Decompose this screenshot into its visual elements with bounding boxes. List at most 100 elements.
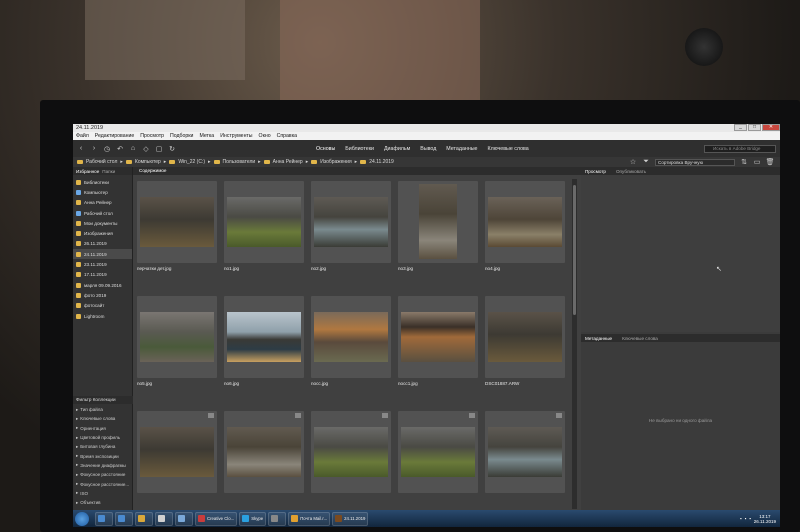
menu-item[interactable]: Просмотр bbox=[140, 133, 164, 139]
thumbnail-cell[interactable] bbox=[224, 411, 304, 511]
metadata-tab[interactable]: Ключевые слова bbox=[622, 336, 658, 341]
menu-item[interactable]: Справка bbox=[277, 133, 297, 139]
content-tab[interactable]: Содержимое bbox=[133, 167, 581, 175]
filter-item[interactable]: ▸ Фокусное расстояние bbox=[73, 470, 133, 479]
workspace-tab[interactable]: Основы bbox=[316, 146, 335, 152]
favorite-item[interactable]: Мои документы bbox=[73, 218, 132, 228]
workspace-tab[interactable]: Метаданные bbox=[446, 146, 477, 152]
forward-icon[interactable]: › bbox=[90, 145, 98, 153]
filter-item[interactable]: ▸ Объектив bbox=[73, 498, 133, 507]
thumbnail-cell[interactable]: no6.jpg bbox=[224, 296, 304, 396]
taskbar-app[interactable]: Creative Clo... bbox=[195, 511, 238, 526]
star-filter-icon[interactable]: ☆ bbox=[629, 158, 637, 166]
breadcrumb-item[interactable]: 24.11.2019 bbox=[369, 159, 394, 165]
favorite-item[interactable]: Компьютер bbox=[73, 187, 132, 197]
breadcrumb-item[interactable]: Win_22 (C:) bbox=[178, 159, 205, 165]
thumbnail-cell[interactable]: перчатки дет.jpg bbox=[137, 181, 217, 281]
back-icon[interactable]: ‹ bbox=[77, 145, 85, 153]
menu-item[interactable]: Файл bbox=[76, 133, 89, 139]
taskbar-app[interactable] bbox=[175, 511, 193, 526]
taskbar-app[interactable] bbox=[268, 511, 287, 526]
sort-direction-icon[interactable]: ⇅ bbox=[740, 158, 748, 166]
new-folder-icon[interactable]: ▭ bbox=[753, 158, 761, 166]
favorite-item[interactable]: марля 09.09.2016 bbox=[73, 280, 132, 290]
boomerang-icon[interactable]: ↶ bbox=[116, 145, 124, 153]
refine-icon[interactable]: ◇ bbox=[142, 145, 150, 153]
filter-item[interactable]: ▸ Тип файла bbox=[73, 405, 133, 414]
workspace-tab[interactable]: Вывод bbox=[420, 146, 436, 152]
maximize-button[interactable]: □ bbox=[748, 124, 761, 131]
thumbnail-cell[interactable]: nocc.jpg bbox=[311, 296, 391, 396]
filter-item[interactable]: ▸ Ориентация bbox=[73, 424, 133, 433]
content-scrollbar[interactable] bbox=[572, 179, 577, 509]
breadcrumb-item[interactable]: Компьютер bbox=[135, 159, 161, 165]
menu-item[interactable]: Редактирование bbox=[95, 133, 135, 139]
filter-item[interactable]: ▸ Фокусное расстояние... bbox=[73, 479, 133, 488]
favorite-item[interactable]: фотосайт bbox=[73, 301, 132, 311]
thumbnail-cell[interactable]: no2.jpg bbox=[311, 181, 391, 281]
search-input[interactable]: Искать в Adobe Bridge bbox=[704, 144, 776, 153]
filter-item[interactable]: ▸ ISO bbox=[73, 489, 133, 498]
taskbar-app[interactable] bbox=[135, 511, 153, 526]
favorite-item[interactable]: Библиотеки bbox=[73, 177, 132, 187]
left-tab[interactable]: Папки bbox=[102, 169, 115, 174]
thumbnail-cell[interactable] bbox=[485, 411, 565, 511]
filter-icon[interactable]: ⏷ bbox=[642, 158, 650, 166]
sort-select[interactable]: Сортировка Вручную bbox=[655, 158, 735, 166]
breadcrumb-item[interactable]: Рабочий стол bbox=[86, 159, 117, 165]
taskbar-app[interactable] bbox=[115, 511, 133, 526]
open-icon[interactable]: ▢ bbox=[155, 145, 163, 153]
workspace-tab[interactable]: Диафильм bbox=[384, 146, 410, 152]
taskbar-app[interactable]: 24.11.2019 bbox=[332, 511, 369, 526]
network-icon[interactable]: ▪ bbox=[740, 516, 742, 521]
favorite-item[interactable]: Изображения bbox=[73, 228, 132, 238]
favorite-item[interactable]: Анна Рейнер bbox=[73, 198, 132, 208]
left-tab[interactable]: Избранное bbox=[76, 169, 99, 174]
thumbnail-cell[interactable]: no3.jpg bbox=[398, 181, 478, 281]
workspace-tab[interactable]: Библиотеки bbox=[345, 146, 374, 152]
filter-item[interactable]: ▸ Ключевые слова bbox=[73, 414, 133, 423]
preview-tab[interactable]: Просмотр bbox=[585, 169, 606, 174]
favorite-item[interactable]: Рабочий стол bbox=[73, 208, 132, 218]
taskbar-app[interactable]: Skype bbox=[239, 511, 267, 526]
favorite-item[interactable]: 24.11.2019 bbox=[73, 249, 132, 260]
thumbnail-cell[interactable]: no1.jpg bbox=[224, 181, 304, 281]
workspace-tab[interactable]: Ключевые слова bbox=[488, 146, 529, 152]
filter-item[interactable]: ▸ Битовая глубина bbox=[73, 442, 133, 451]
thumbnail-cell[interactable] bbox=[398, 411, 478, 511]
favorite-item[interactable]: 17.11.2019 bbox=[73, 270, 132, 280]
scroll-thumb[interactable] bbox=[573, 185, 576, 315]
close-button[interactable]: ✕ bbox=[762, 124, 780, 131]
filter-item[interactable]: ▸ Цветовой профиль bbox=[73, 433, 133, 442]
filter-panel-header[interactable]: Фильтр Коллекции bbox=[73, 396, 133, 404]
taskbar-app[interactable]: Почта Mail.r... bbox=[288, 511, 331, 526]
menu-item[interactable]: Подборки bbox=[170, 133, 193, 139]
filter-item[interactable]: ▸ Время экспозиции bbox=[73, 451, 133, 460]
menu-item[interactable]: Метка bbox=[199, 133, 214, 139]
breadcrumb-item[interactable]: Изображения bbox=[320, 159, 351, 165]
taskbar-app[interactable] bbox=[155, 511, 173, 526]
breadcrumb-item[interactable]: Пользователи bbox=[223, 159, 256, 165]
menu-item[interactable]: Окно bbox=[259, 133, 271, 139]
metadata-tab[interactable]: Метаданные bbox=[585, 336, 612, 341]
volume-icon[interactable]: ▪ bbox=[745, 516, 747, 521]
minimize-button[interactable]: _ bbox=[734, 124, 747, 131]
favorite-item[interactable]: 23.11.2019 bbox=[73, 259, 132, 269]
favorite-item[interactable]: 26.11.2019 bbox=[73, 239, 132, 249]
recent-icon[interactable]: ◷ bbox=[103, 145, 111, 153]
breadcrumb-item[interactable]: Анна Рейнер bbox=[273, 159, 303, 165]
preview-tab[interactable]: Опубликовать bbox=[616, 169, 646, 174]
favorite-item[interactable]: фото 2019 bbox=[73, 290, 132, 300]
clock[interactable]: 13:17 26.11.2019 bbox=[754, 514, 776, 524]
language-icon[interactable]: ▪ bbox=[749, 516, 751, 521]
delete-icon[interactable]: 🗑 bbox=[766, 158, 775, 166]
thumbnail-cell[interactable] bbox=[137, 411, 217, 511]
rotate-icon[interactable]: ↻ bbox=[168, 145, 176, 153]
thumbnail-cell[interactable] bbox=[311, 411, 391, 511]
menu-item[interactable]: Инструменты bbox=[220, 133, 252, 139]
start-button[interactable] bbox=[75, 511, 89, 526]
thumbnail-cell[interactable]: DSC01887.ARW bbox=[485, 296, 565, 396]
filter-item[interactable]: ▸ Значение диафрагмы bbox=[73, 461, 133, 470]
thumbnail-cell[interactable]: no5.jpg bbox=[137, 296, 217, 396]
favorite-item[interactable]: Lightroom bbox=[73, 311, 132, 321]
